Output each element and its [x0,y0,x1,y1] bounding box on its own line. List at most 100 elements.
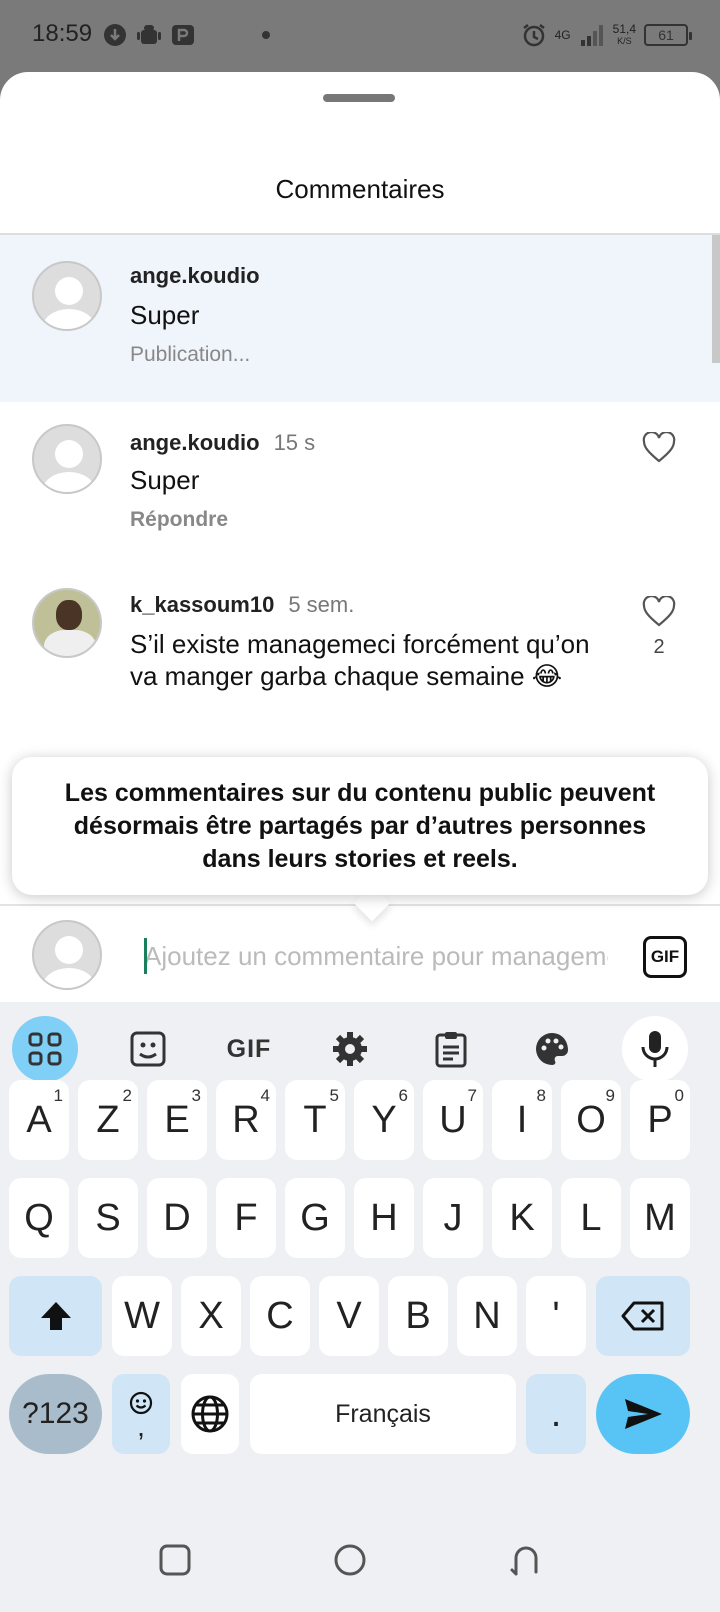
like-heart-icon[interactable] [642,432,676,464]
key[interactable]: Y6 [354,1080,414,1160]
key[interactable]: M [630,1178,690,1258]
alarm-icon [522,24,545,47]
gif-button[interactable]: GIF [643,936,687,978]
comma-label: , [137,1411,145,1442]
key[interactable]: P0 [630,1080,690,1160]
avatar[interactable] [32,261,102,331]
apps-icon[interactable] [12,1016,78,1082]
back-icon[interactable] [506,1540,546,1580]
key[interactable]: L [561,1178,621,1258]
comment-status: Publication... [130,343,251,366]
home-icon[interactable] [330,1540,370,1580]
key[interactable]: U7 [423,1080,483,1160]
key[interactable]: X [181,1276,241,1356]
gif-icon[interactable]: GIF [216,1016,282,1082]
language-key[interactable] [181,1374,239,1454]
reply-button[interactable]: Répondre [130,508,228,532]
key[interactable]: ' [526,1276,586,1356]
key[interactable]: F [216,1178,276,1258]
key[interactable]: R4 [216,1080,276,1160]
mic-icon[interactable] [622,1016,688,1082]
sheet-title: Commentaires [275,174,445,204]
comment-username[interactable]: ange.koudio [130,263,260,289]
period-key[interactable]: . [526,1374,586,1454]
key-label: A [26,1098,52,1141]
key[interactable]: V [319,1276,379,1356]
key-hint: 6 [398,1086,408,1105]
comment-username[interactable]: k_kassoum10 [130,592,274,617]
key-label: R [232,1098,260,1141]
symbols-key[interactable]: ?123 [9,1374,102,1454]
key[interactable]: A1 [9,1080,69,1160]
comment: ange.koudio 15 s Super Répondre [0,402,720,562]
key-hint: 1 [53,1086,63,1105]
comment-username[interactable]: ange.koudio [130,430,260,455]
avatar[interactable] [32,588,102,658]
key-label: Y [371,1098,397,1141]
scrollbar[interactable] [712,235,720,363]
shift-key[interactable] [9,1276,102,1356]
comment-text: S’il existe managemeci forcément qu’on v… [130,629,590,691]
like-count: 2 [653,636,665,658]
network-speed-value: 51,4 [612,22,636,36]
key-label: T [303,1098,327,1141]
comment-header: k_kassoum10 5 sem. [130,592,354,618]
key[interactable]: B [388,1276,448,1356]
key-hint: 5 [329,1086,339,1105]
key-hint: 9 [605,1086,615,1105]
key[interactable]: Q [9,1178,69,1258]
avatar [32,920,102,990]
key[interactable]: H [354,1178,414,1258]
sticker-icon[interactable] [115,1016,181,1082]
key-label: U [439,1098,467,1141]
battery-level: 61 [658,27,674,43]
app-notification-icon [172,25,194,45]
key[interactable]: Z2 [78,1080,138,1160]
key[interactable]: C [250,1276,310,1356]
avatar[interactable] [32,424,102,494]
network-speed-unit: K/S [617,36,632,46]
palette-icon[interactable] [519,1016,585,1082]
key-hint: 7 [467,1086,477,1105]
key[interactable]: N [457,1276,517,1356]
like-heart-icon[interactable] [642,596,676,628]
shift-icon [40,1302,71,1330]
tooltip-text: Les commentaires sur du contenu public p… [64,778,656,873]
key-hint: 2 [122,1086,132,1105]
backspace-key[interactable] [596,1276,690,1356]
space-key[interactable]: Français [250,1374,516,1454]
key[interactable]: O9 [561,1080,621,1160]
key-hint: 3 [191,1086,201,1105]
recents-icon[interactable] [155,1540,195,1580]
comment-compose: GIF [0,908,720,1002]
clipboard-icon[interactable] [418,1016,484,1082]
send-key[interactable] [596,1374,690,1454]
send-icon [625,1399,662,1429]
key-label: O [576,1098,606,1141]
key-hint: 4 [260,1086,270,1105]
comment-input[interactable] [144,936,608,976]
share-info-tooltip: Les commentaires sur du contenu public p… [12,757,708,895]
key[interactable]: K [492,1178,552,1258]
key-label: I [516,1098,528,1141]
key[interactable]: E3 [147,1080,207,1160]
key[interactable]: G [285,1178,345,1258]
comment-time: 15 s [273,430,316,455]
key[interactable]: W [112,1276,172,1356]
network-speed: 51,4 K/S [613,23,636,47]
drag-handle[interactable] [323,94,395,102]
signal-icon [580,25,603,46]
key[interactable]: S [78,1178,138,1258]
backspace-icon [621,1301,664,1331]
key[interactable]: I8 [492,1080,552,1160]
key[interactable]: T5 [285,1080,345,1160]
status-bar: 18:59 4G 51,4 K/S 61 [0,0,720,72]
key-label: P [647,1098,673,1141]
emoji-comma-key[interactable]: , [112,1374,170,1454]
key[interactable]: J [423,1178,483,1258]
settings-icon[interactable] [317,1016,383,1082]
globe-icon [191,1395,229,1433]
comment-header: ange.koudio 15 s [130,430,315,456]
key[interactable]: D [147,1178,207,1258]
text-cursor [144,938,147,974]
